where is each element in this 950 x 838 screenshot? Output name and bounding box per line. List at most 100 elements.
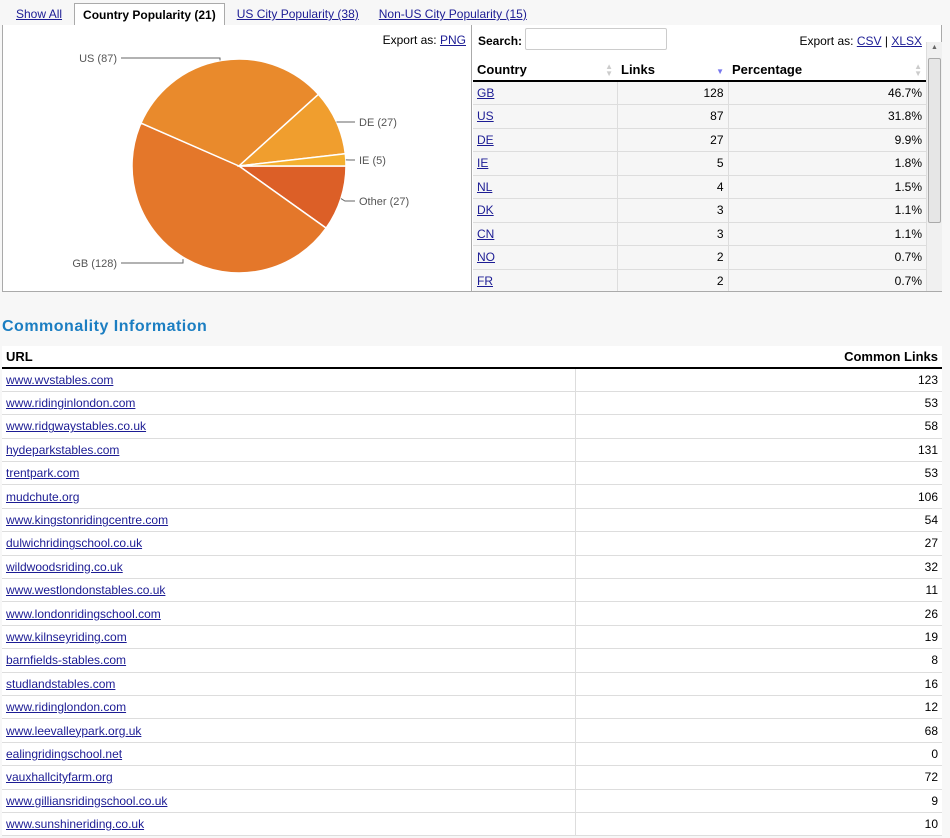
table-row: GB 128 46.7% — [473, 81, 926, 105]
country-link[interactable]: FR — [477, 274, 493, 288]
url-link[interactable]: www.leevalleypark.org.uk — [6, 724, 141, 738]
export-csv-link[interactable]: CSV — [857, 34, 882, 48]
url-cell: www.ridgwaystables.co.uk — [2, 414, 575, 439]
leader-line — [121, 57, 221, 61]
country-link[interactable]: CN — [477, 227, 494, 241]
column-header-common-links[interactable]: Common Links — [575, 346, 942, 369]
url-link[interactable]: www.ridgwaystables.co.uk — [6, 419, 146, 433]
country-link[interactable]: US — [477, 109, 494, 123]
url-cell: www.gilliansridingschool.co.uk — [2, 789, 575, 813]
column-label: Links — [621, 61, 655, 77]
table-row: studlandstables.com 16 — [2, 672, 942, 696]
tab-show-all[interactable]: Show All — [8, 3, 70, 25]
table-row: barnfields-stables.com 8 — [2, 648, 942, 673]
section-title: Commonality Information — [2, 318, 208, 335]
url-link[interactable]: dulwichridingschool.co.uk — [6, 536, 142, 550]
common-links-cell: 19 — [574, 625, 942, 650]
slice-label: US (87) — [79, 53, 117, 65]
common-links-cell: 16 — [574, 672, 942, 696]
percentage-cell: 1.1% — [727, 198, 926, 223]
export-xlsx-link[interactable]: XLSX — [891, 34, 922, 48]
column-header-percentage[interactable]: Percentage ▲ ▼ — [728, 58, 926, 82]
url-cell: trentpark.com — [2, 461, 575, 486]
scroll-up-icon[interactable]: ▲ — [931, 44, 938, 51]
table-row: www.wvstables.com 123 — [2, 368, 942, 392]
country-link[interactable]: DK — [477, 203, 494, 217]
url-link[interactable]: wildwoodsriding.co.uk — [6, 560, 123, 574]
links-cell: 128 — [616, 81, 728, 105]
url-cell: www.leevalleypark.org.uk — [2, 718, 575, 743]
url-link[interactable]: www.kilnseyriding.com — [6, 630, 127, 644]
table-row: www.ridinglondon.com 12 — [2, 695, 942, 720]
url-link[interactable]: vauxhallcityfarm.org — [6, 770, 113, 784]
country-cell: NL — [473, 175, 617, 199]
table-row: wildwoodsriding.co.uk 32 — [2, 555, 942, 580]
table-row: www.leevalleypark.org.uk 68 — [2, 718, 942, 743]
search-input[interactable] — [525, 28, 667, 50]
table-row: FR 2 0.7% — [473, 269, 926, 291]
url-link[interactable]: www.gilliansridingschool.co.uk — [6, 794, 167, 808]
slice-label: DE (27) — [359, 117, 397, 129]
url-link[interactable]: hydeparkstables.com — [6, 443, 119, 457]
url-link[interactable]: studlandstables.com — [6, 677, 115, 691]
table-row: US 87 31.8% — [473, 104, 926, 129]
url-link[interactable]: www.westlondonstables.co.uk — [6, 583, 165, 597]
percentage-cell: 1.8% — [727, 151, 926, 176]
country-link[interactable]: GB — [477, 86, 494, 100]
sort-icon: ▲ ▼ — [914, 62, 922, 78]
country-cell: CN — [473, 222, 617, 246]
url-link[interactable]: www.sunshineriding.co.uk — [6, 817, 144, 831]
common-links-cell: 0 — [574, 742, 942, 767]
url-cell: www.ridinglondon.com — [2, 695, 575, 720]
url-link[interactable]: www.londonridingschool.com — [6, 607, 161, 621]
percentage-cell: 1.5% — [727, 175, 926, 199]
percentage-cell: 46.7% — [727, 81, 926, 105]
common-links-cell: 11 — [574, 578, 942, 603]
percentage-cell: 0.7% — [727, 269, 926, 291]
url-link[interactable]: www.wvstables.com — [6, 373, 113, 387]
leader-line — [121, 259, 184, 264]
url-link[interactable]: www.ridinglondon.com — [6, 700, 126, 714]
table-row: DE 27 9.9% — [473, 128, 926, 152]
links-cell: 2 — [616, 269, 728, 291]
url-link[interactable]: barnfields-stables.com — [6, 653, 126, 667]
common-links-cell: 8 — [574, 648, 942, 673]
country-link[interactable]: IE — [477, 156, 488, 170]
column-header-url[interactable]: URL — [2, 346, 575, 369]
sort-desc-icon: ▼ — [716, 67, 724, 76]
country-link[interactable]: NL — [477, 180, 492, 194]
url-cell: studlandstables.com — [2, 672, 575, 696]
tab-non-us-city-popularity[interactable]: Non-US City Popularity (15) — [371, 3, 535, 25]
url-link[interactable]: mudchute.org — [6, 490, 79, 504]
table-row: CN 3 1.1% — [473, 222, 926, 246]
country-link[interactable]: NO — [477, 250, 495, 264]
grid-export: Export as: CSV | XLSX — [799, 34, 922, 48]
url-link[interactable]: www.ridinginlondon.com — [6, 396, 135, 410]
url-link[interactable]: ealingridingschool.net — [6, 747, 122, 761]
country-link[interactable]: DE — [477, 133, 494, 147]
tab-us-city-popularity[interactable]: US City Popularity (38) — [229, 3, 367, 25]
table-row: NO 2 0.7% — [473, 245, 926, 270]
table-row: www.ridgwaystables.co.uk 58 — [2, 414, 942, 439]
links-cell: 3 — [616, 198, 728, 223]
search-box: Search: — [478, 28, 667, 50]
url-cell: ealingridingschool.net — [2, 742, 575, 767]
url-link[interactable]: trentpark.com — [6, 466, 79, 480]
column-header-country[interactable]: Country ▲ ▼ — [473, 58, 617, 82]
country-cell: IE — [473, 151, 617, 176]
table-row: IE 5 1.8% — [473, 151, 926, 176]
common-links-cell: 32 — [574, 555, 942, 580]
url-link[interactable]: www.kingstonridingcentre.com — [6, 513, 168, 527]
scrollbar-thumb[interactable] — [928, 58, 941, 223]
country-cell: US — [473, 104, 617, 129]
table-row: DK 3 1.1% — [473, 198, 926, 223]
table-row: www.sunshineriding.co.uk 10 — [2, 812, 942, 837]
pie-chart: Other (27) GB (128) US (87) DE (27) IE (5) — [72, 53, 409, 274]
links-cell: 4 — [616, 175, 728, 199]
grid-scrollbar[interactable]: ▲ — [926, 42, 942, 291]
tab-country-popularity[interactable]: Country Popularity (21) — [74, 3, 225, 26]
country-cell: DE — [473, 128, 617, 152]
url-cell: wildwoodsriding.co.uk — [2, 555, 575, 580]
column-header-links[interactable]: Links ▼ — [617, 58, 728, 82]
url-cell: www.wvstables.com — [2, 368, 575, 392]
